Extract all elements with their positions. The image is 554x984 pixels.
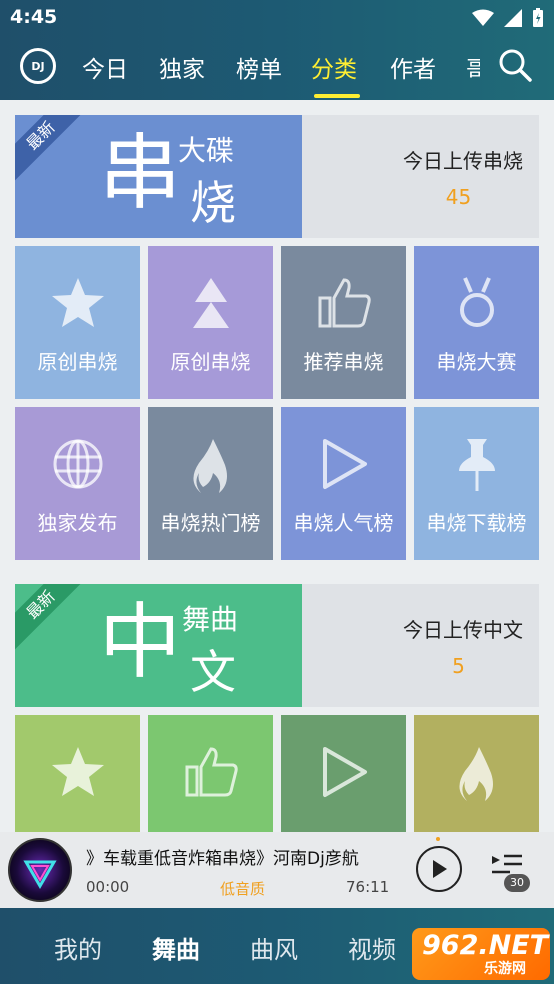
time-total: 76:11 [346, 878, 390, 896]
play-icon [322, 439, 367, 489]
flame-icon [192, 439, 227, 493]
category-content[interactable]: 最新 串 大碟 烧 今日上传串烧 45 原创串烧 原创串烧 推荐串烧 串烧大赛 … [0, 100, 554, 832]
section-banner-medley[interactable]: 最新 串 大碟 烧 今日上传串烧 45 [15, 115, 539, 238]
upload-count: 5 [452, 654, 465, 678]
dj-logo-icon[interactable]: DJ [20, 48, 56, 84]
tab-category[interactable]: 分类 [311, 50, 357, 84]
banner-sub-small: 大碟 [178, 134, 235, 167]
wifi-icon [472, 9, 494, 26]
banner-sub-big: 文 [190, 645, 236, 699]
tile-label: 独家发布 [37, 511, 118, 535]
watermark-sub: 乐游网 [484, 961, 526, 977]
thumbs-up-icon [318, 278, 371, 328]
section-banner-chinese[interactable]: 最新 中 舞曲 文 今日上传中文 5 [15, 584, 539, 707]
tab-charts[interactable]: 榜单 [236, 50, 282, 84]
banner-big-char: 串 [99, 126, 182, 221]
tile-exclusive-release[interactable]: 独家发布 [15, 407, 140, 560]
quality-label[interactable]: 低音质 [220, 878, 265, 899]
status-time: 4:45 [10, 6, 58, 28]
upload-count: 45 [445, 185, 472, 209]
tile-chinese-1[interactable] [15, 715, 140, 832]
site-watermark: 962.NET 乐游网 [412, 928, 550, 980]
tab-authors[interactable]: 作者 [390, 50, 436, 84]
tile-chinese-4[interactable] [414, 715, 539, 832]
tile-chinese-2[interactable] [148, 715, 273, 832]
play-button[interactable] [416, 846, 462, 892]
album-logo-icon [23, 860, 57, 889]
banner-upload-info: 今日上传中文 5 [302, 584, 539, 707]
tile-original-medley[interactable]: 原创串烧 [15, 246, 140, 399]
progress-dot [436, 837, 440, 841]
bottom-tab-style[interactable]: 曲风 [250, 930, 298, 965]
triangle-icon [192, 278, 229, 328]
status-bar: 4:45 [0, 0, 554, 36]
upload-label: 今日上传串烧 [403, 149, 523, 173]
queue-count-badge: 30 [504, 874, 530, 892]
globe-icon [53, 439, 102, 489]
active-tab-indicator [314, 94, 360, 98]
top-bar: 4:45 DJ 今日 独家 榜单 分类 作者 哥 [0, 0, 554, 100]
tile-label: 原创串烧 [170, 350, 251, 374]
star-icon [51, 278, 104, 327]
upload-label: 今日上传中文 [403, 618, 523, 642]
album-art[interactable] [8, 838, 72, 902]
status-icons [472, 8, 544, 28]
tab-exclusive[interactable]: 独家 [159, 50, 205, 84]
signal-icon [504, 9, 522, 27]
tab-partial[interactable]: 哥 [466, 50, 480, 84]
flame-icon [458, 747, 493, 801]
track-title: 》车载重低音炸箱串烧》河南Dj彦航 [86, 849, 359, 869]
thumbs-up-icon [185, 747, 238, 797]
tile-label: 原创串烧 [37, 350, 118, 374]
tile-label: 推荐串烧 [303, 350, 384, 374]
tile-label: 串烧人气榜 [293, 511, 394, 535]
medal-icon [459, 277, 494, 327]
star-icon [51, 747, 104, 796]
play-icon [322, 747, 367, 797]
new-ribbon: 最新 [15, 115, 93, 188]
banner-art: 最新 串 大碟 烧 [15, 115, 302, 238]
mini-player[interactable]: 》车载重低音炸箱串烧》河南Dj彦航 00:00 低音质 76:11 30 [0, 832, 554, 908]
tile-original-medley-2[interactable]: 原创串烧 [148, 246, 273, 399]
banner-upload-info: 今日上传串烧 45 [302, 115, 539, 238]
banner-art: 最新 中 舞曲 文 [15, 584, 302, 707]
tile-chinese-3[interactable] [281, 715, 406, 832]
battery-icon [533, 8, 543, 27]
tile-label: 串烧大赛 [436, 350, 517, 374]
time-current: 00:00 [86, 878, 130, 896]
tile-medley-contest[interactable]: 串烧大赛 [414, 246, 539, 399]
tile-label: 串烧热门榜 [160, 511, 261, 535]
banner-big-char: 中 [99, 595, 182, 690]
tile-label: 串烧下载榜 [426, 511, 527, 535]
search-icon[interactable] [498, 48, 532, 82]
pin-icon [458, 439, 495, 491]
banner-sub-big: 烧 [190, 176, 236, 230]
bottom-tab-mine[interactable]: 我的 [54, 930, 102, 965]
top-nav: DJ 今日 独家 榜单 分类 作者 哥 [0, 36, 554, 100]
banner-sub-small: 舞曲 [182, 603, 239, 636]
tile-medley-popularity-chart[interactable]: 串烧人气榜 [281, 407, 406, 560]
tile-medley-download-chart[interactable]: 串烧下载榜 [414, 407, 539, 560]
bottom-tab-video[interactable]: 视频 [348, 930, 396, 965]
watermark-brand: 962.NET [422, 930, 549, 961]
bottom-tab-dance[interactable]: 舞曲 [152, 930, 200, 965]
tab-today[interactable]: 今日 [82, 50, 128, 84]
logo-text: DJ [31, 59, 45, 73]
tile-medley-hot-chart[interactable]: 串烧热门榜 [148, 407, 273, 560]
tile-recommended-medley[interactable]: 推荐串烧 [281, 246, 406, 399]
play-icon [433, 860, 447, 878]
new-ribbon: 最新 [15, 584, 93, 657]
